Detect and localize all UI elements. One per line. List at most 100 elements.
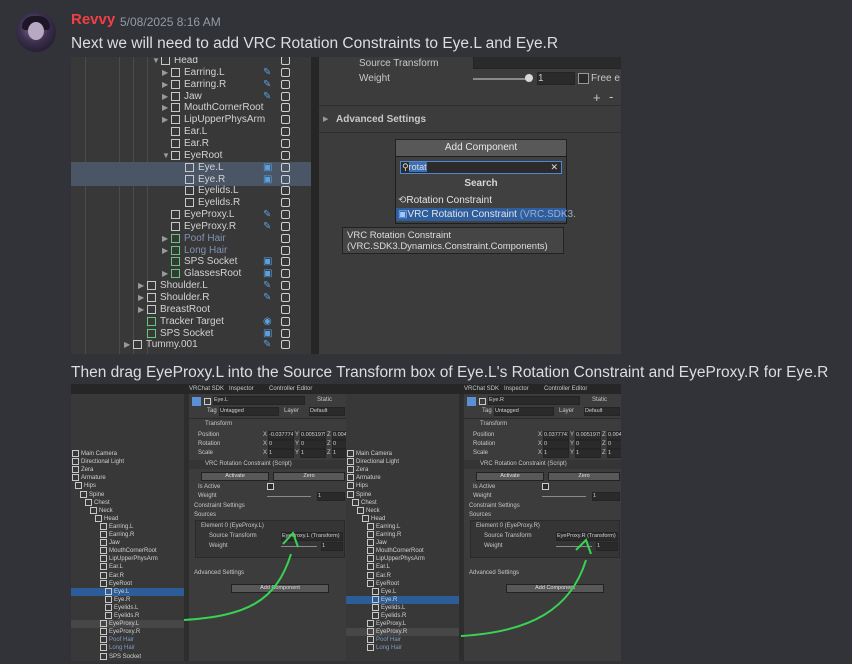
sources-foldout[interactable]: Sources — [194, 512, 216, 518]
hierarchy-row[interactable]: Eyelids.L — [71, 185, 311, 197]
weight-slider-handle[interactable] — [525, 74, 533, 82]
source-transform-field[interactable]: EyeProxy.L (Transform) — [281, 532, 343, 541]
visibility-cube-icon[interactable] — [281, 304, 290, 314]
add-component-button[interactable]: Add Component — [231, 584, 329, 593]
static-toggle[interactable]: Static — [317, 397, 332, 403]
hierarchy-row[interactable]: Long Hair — [71, 644, 184, 652]
weight-value-field[interactable]: 1 — [537, 72, 575, 85]
constraint-settings-foldout[interactable]: Constraint Settings — [469, 503, 520, 509]
position-y-field[interactable]: 0.0051975 — [575, 431, 601, 440]
hierarchy-row[interactable]: Ear.L — [346, 563, 459, 571]
expand-arrow-icon[interactable]: ▼ — [162, 150, 170, 162]
tag-dropdown[interactable]: Untagged — [494, 407, 554, 416]
rotation-x-field[interactable]: 0 — [268, 440, 294, 449]
static-toggle[interactable]: Static — [592, 397, 607, 403]
transform-header[interactable]: Transform — [205, 421, 232, 427]
scale-x-field[interactable]: 1 — [268, 449, 294, 458]
hierarchy-row[interactable]: LipUpperPhysArm — [71, 555, 184, 563]
component-header[interactable]: VRC Rotation Constraint (Script) — [205, 461, 292, 467]
visibility-cube-icon[interactable] — [281, 245, 290, 255]
component-search-input[interactable]: ⚲rotat ✕ — [400, 161, 562, 174]
activate-button[interactable]: Activate — [476, 472, 544, 481]
hierarchy-row[interactable]: Armature — [346, 474, 459, 482]
layer-dropdown[interactable]: Default — [309, 407, 345, 416]
collapse-arrow-icon[interactable]: ▶ — [162, 91, 168, 103]
position-y-field[interactable]: 0.0051975 — [300, 431, 326, 440]
visibility-cube-icon[interactable] — [281, 115, 290, 125]
visibility-cube-icon[interactable] — [281, 67, 290, 77]
hierarchy-row[interactable]: Zera — [71, 466, 184, 474]
hierarchy-row[interactable]: Eye.L — [71, 587, 184, 596]
hierarchy-row[interactable]: ▶ Long Hair — [71, 245, 311, 257]
result-vrc-rotation-constraint[interactable]: ▣VRC Rotation Constraint (VRC.SDK3. — [396, 208, 576, 221]
position-x-field[interactable]: 0.0377741 — [543, 431, 569, 440]
visibility-cube-icon[interactable] — [281, 198, 290, 208]
hierarchy-row[interactable]: ▶ GlassesRoot ▣ — [71, 268, 311, 280]
hierarchy-row[interactable]: Jaw — [346, 539, 459, 547]
rotation-x-field[interactable]: 0 — [543, 440, 569, 449]
weight-value-field[interactable]: 1 — [592, 492, 620, 501]
hierarchy-row[interactable]: ▶ Earring.R ✎ — [71, 79, 311, 91]
constraint-settings-foldout[interactable]: Constraint Settings — [194, 503, 245, 509]
add-source-icon[interactable]: + — [593, 90, 601, 105]
add-component-button[interactable]: Add Component — [395, 139, 567, 157]
hierarchy-row[interactable]: Ear.R — [346, 571, 459, 580]
hierarchy-row[interactable]: ▶ BreastRoot — [71, 304, 311, 316]
expand-arrow-icon[interactable]: ▼ — [152, 57, 160, 67]
visibility-cube-icon[interactable] — [281, 150, 290, 160]
hierarchy-row[interactable]: ▶ Poof Hair — [71, 233, 311, 245]
visibility-cube-icon[interactable] — [281, 186, 290, 196]
hierarchy-row[interactable]: Chest — [346, 498, 459, 507]
visibility-cube-icon[interactable] — [281, 293, 290, 302]
hierarchy-row[interactable]: Long Hair — [346, 644, 459, 652]
collapse-arrow-icon[interactable]: ▶ — [138, 292, 144, 304]
hierarchy-row[interactable]: ▶ Jaw ✎ — [71, 91, 311, 103]
tab-controller-editor[interactable]: Controller Editor — [269, 386, 312, 392]
collapse-arrow-icon[interactable]: ▶ — [138, 280, 144, 292]
username[interactable]: Revvy — [71, 11, 115, 28]
hierarchy-row[interactable]: EyeRoot — [346, 579, 459, 588]
advanced-settings-foldout[interactable]: Advanced Settings — [469, 570, 519, 576]
visibility-cube-icon[interactable] — [281, 269, 290, 279]
collapse-arrow-icon[interactable]: ▶ — [162, 67, 168, 79]
hierarchy-row[interactable]: Ear.L — [71, 563, 184, 571]
hierarchy-row[interactable]: Earring.R — [346, 531, 459, 539]
collapse-arrow-icon[interactable]: ▶ — [162, 245, 168, 257]
screenshot-attachment-1[interactable]: ▼ Head ▶ Earring.L ✎ ▶ Earring.R ✎ ▶ Jaw ✎ ▶ MouthCo… — [71, 57, 621, 354]
hierarchy-row[interactable]: Neck — [71, 506, 184, 515]
rotation-z-field[interactable]: 0 — [607, 440, 621, 449]
collapse-arrow-icon[interactable]: ▶ — [138, 304, 144, 316]
tab-inspector[interactable]: Inspector — [504, 386, 529, 392]
hierarchy-row[interactable]: Ear.R — [71, 571, 184, 580]
hierarchy-row[interactable]: MouthCornerRoot — [71, 547, 184, 555]
add-component-button[interactable]: Add Component — [506, 584, 604, 593]
tag-dropdown[interactable]: Untagged — [219, 407, 279, 416]
visibility-cube-icon[interactable] — [281, 257, 290, 267]
hierarchy-row[interactable]: EyeRoot — [71, 579, 184, 588]
collapse-arrow-icon[interactable]: ▶ — [162, 102, 168, 114]
source-weight-slider[interactable] — [556, 546, 592, 547]
visibility-cube-icon[interactable] — [281, 79, 290, 89]
active-checkbox[interactable] — [479, 398, 486, 405]
avatar[interactable] — [16, 12, 56, 52]
hierarchy-row[interactable]: Eye.L — [346, 587, 459, 596]
panel-splitter[interactable] — [311, 57, 319, 354]
hierarchy-row[interactable]: ▶ Tummy.001 ✎ — [71, 339, 311, 351]
scale-x-field[interactable]: 1 — [543, 449, 569, 458]
hierarchy-row[interactable]: Zera — [346, 466, 459, 474]
hierarchy-row[interactable]: Directional Light — [346, 458, 459, 466]
hierarchy-row[interactable]: ▶ Earring.L ✎ — [71, 67, 311, 79]
hierarchy-row[interactable]: Hips — [346, 482, 459, 490]
source-weight-field[interactable]: 1 — [321, 542, 343, 551]
hierarchy-row[interactable]: LipUpperPhysArm — [346, 555, 459, 563]
visibility-cube-icon[interactable] — [281, 127, 290, 137]
visibility-cube-icon[interactable] — [281, 103, 290, 113]
visibility-cube-icon[interactable] — [281, 328, 290, 338]
result-rotation-constraint[interactable]: ⟲Rotation Constraint — [396, 194, 566, 207]
hierarchy-row[interactable]: Eye.R — [71, 595, 184, 604]
hierarchy-row[interactable]: ▶ Shoulder.L ✎ — [71, 280, 311, 292]
hierarchy-row[interactable]: Chest — [71, 498, 184, 507]
activate-button[interactable]: Activate — [201, 472, 269, 481]
visibility-cube-icon[interactable] — [281, 281, 290, 291]
hierarchy-row[interactable]: ▼ EyeRoot — [71, 150, 311, 162]
